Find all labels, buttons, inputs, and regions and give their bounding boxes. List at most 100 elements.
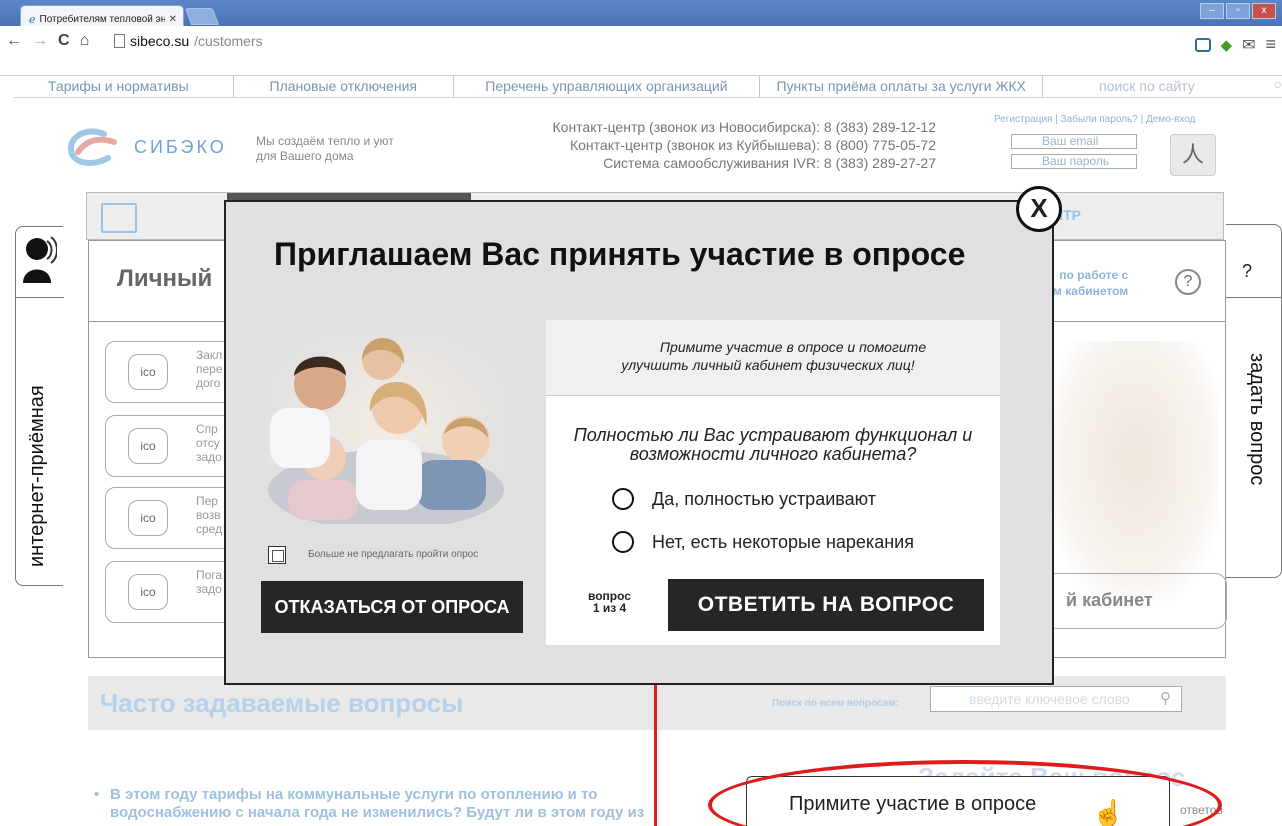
side-tab-label: задать вопрос xyxy=(1246,353,1268,486)
counter-line: 1 из 4 xyxy=(592,601,627,615)
search-icon[interactable]: ○ xyxy=(1242,76,1282,97)
faq-search-placeholder: введите ключевое слово xyxy=(969,691,1130,707)
side-tab-ask[interactable]: ? задать вопрос xyxy=(1226,224,1282,578)
answer-question-button[interactable]: ОТВЕТИТЬ НА ВОПРОС xyxy=(668,579,984,631)
registration-links[interactable]: Регистрация | Забыли пароль? | Демо-вход xyxy=(994,114,1195,125)
side-tab-label: интернет-приёмная xyxy=(26,385,48,567)
page-icon xyxy=(114,34,125,48)
forward-icon[interactable]: → xyxy=(32,32,48,50)
mail-icon[interactable]: ✉ xyxy=(1242,35,1255,55)
service-label-line: Закл xyxy=(196,348,223,362)
contact-line: Система самообслуживания IVR: 8 (383) 28… xyxy=(603,155,936,171)
extension-leaf-icon[interactable]: ◆ xyxy=(1221,36,1233,54)
login-button[interactable]: ⼈ xyxy=(1170,134,1216,176)
service-label-line: Пога xyxy=(196,568,223,582)
annotation-connector-line xyxy=(654,685,657,826)
intro-line: улучшить личный кабинет физических лиц! xyxy=(621,357,915,373)
bullet-icon: • xyxy=(94,786,100,803)
dont-show-again-checkbox[interactable] xyxy=(268,546,286,564)
tagline-line: Мы создаём тепло и уют xyxy=(256,134,394,148)
service-label-line: сред xyxy=(196,522,223,536)
extensions: ◆ ✉ ≡ xyxy=(1194,34,1276,55)
option-label: Да, полностью устраивают xyxy=(652,488,876,509)
help-question-icon[interactable]: ? xyxy=(1175,269,1201,295)
brand-name: СИБЭКО xyxy=(134,136,227,157)
service-icon: ico xyxy=(128,574,168,610)
faq-search-label: Поиск по всем вопросам: xyxy=(772,698,900,709)
service-icon: ico xyxy=(128,500,168,536)
contact-line: Контакт-центр (звонок из Новосибирска): … xyxy=(552,119,937,135)
service-label: Спр отсу задо xyxy=(196,422,222,464)
url-path: /customers xyxy=(194,33,263,49)
side-tab-reception[interactable]: интернет-приёмная xyxy=(15,226,64,586)
question-mark-icon: ? xyxy=(1242,261,1253,281)
maximize-icon[interactable]: ▫ xyxy=(1226,3,1250,19)
service-label-line: Спр xyxy=(196,422,218,436)
question-text: Полностью ли Вас устраивают функционал и… xyxy=(546,426,1000,464)
minimize-icon[interactable]: – xyxy=(1200,3,1224,19)
site-top-nav: Тарифы и нормативы Плановые отключения П… xyxy=(14,76,1282,98)
question-line: Полностью ли Вас устраивают функционал и xyxy=(573,425,973,445)
radio-button[interactable] xyxy=(612,488,634,510)
tab-close-icon[interactable]: ✕ xyxy=(169,14,177,25)
new-tab-button[interactable] xyxy=(184,8,220,25)
home-icon[interactable]: ⌂ xyxy=(80,32,90,50)
window-controls: – ▫ x xyxy=(1200,3,1276,19)
browser-tab[interactable]: ℯ Потребителям тепловой эн ✕ xyxy=(20,5,184,27)
cabinet-title: Личный xyxy=(117,265,213,292)
service-label: Пер возв сред xyxy=(196,494,222,536)
service-label-line: дого xyxy=(196,376,221,390)
question-line: возможности личного кабинета? xyxy=(629,444,917,464)
service-label-line: задо xyxy=(196,450,222,464)
nav-payment-points[interactable]: Пункты приёма оплаты за услуги ЖКХ xyxy=(760,76,1044,97)
help-line: по работе с xyxy=(1059,268,1129,282)
password-field[interactable]: Ваш пароль xyxy=(1011,154,1137,169)
tab-title: Потребителям тепловой эн xyxy=(39,13,165,25)
sibeco-logo[interactable]: СИБЭКО xyxy=(64,128,227,166)
site-search-input[interactable]: поиск по сайту xyxy=(1043,76,1241,97)
faq-search-input[interactable]: введите ключевое слово ⚲ xyxy=(930,686,1182,712)
service-label-line: пере xyxy=(196,362,223,376)
hand-cursor-icon: ☝ xyxy=(1092,798,1125,826)
option-no[interactable]: Нет, есть некоторые нарекания xyxy=(612,531,914,553)
url-host: sibeco.su xyxy=(130,33,190,49)
service-label-line: Пер xyxy=(196,494,218,508)
tagline-line: для Вашего дома xyxy=(256,149,354,163)
reload-icon[interactable]: C xyxy=(58,32,70,50)
home-menu-icon[interactable] xyxy=(101,203,137,233)
family-photo xyxy=(266,330,506,524)
nav-tariffs[interactable]: Тарифы и нормативы xyxy=(14,76,234,97)
faq-title: Часто задаваемые вопросы xyxy=(100,688,464,718)
address-bar[interactable]: sibeco.su/customers xyxy=(114,33,263,49)
intro-line: Примите участие в опросе и помогите xyxy=(659,339,927,355)
window-close-icon[interactable]: x xyxy=(1252,3,1276,19)
nav-outages[interactable]: Плановые отключения xyxy=(234,76,454,97)
service-icon: ico xyxy=(128,428,168,464)
menu-icon[interactable]: ≡ xyxy=(1265,34,1276,55)
browser-titlebar: ℯ Потребителям тепловой эн ✕ – ▫ x xyxy=(0,0,1282,27)
contact-info: Контакт-центр (звонок из Новосибирска): … xyxy=(470,118,937,172)
nav-management-orgs[interactable]: Перечень управляющих организаций xyxy=(454,76,761,97)
divider xyxy=(16,297,64,298)
enter-cabinet-button[interactable]: й кабинет xyxy=(1045,573,1227,629)
email-field[interactable]: Ваш email xyxy=(1011,134,1137,149)
service-icon: ico xyxy=(128,354,168,390)
service-label-line: отсу xyxy=(196,436,220,450)
family-image-faded xyxy=(1051,341,1219,601)
magnifier-icon[interactable]: ⚲ xyxy=(1160,689,1171,707)
option-yes[interactable]: Да, полностью устраивают xyxy=(612,488,876,510)
service-label: Закл пере дого xyxy=(196,348,223,390)
extension-icon[interactable] xyxy=(1194,37,1211,52)
cabinet-help-link[interactable]: по работе с м кабинетом xyxy=(1053,267,1128,299)
divider xyxy=(1226,297,1282,298)
help-line: м кабинетом xyxy=(1053,284,1129,298)
survey-intro: Примите участие в опросе и помогите улуч… xyxy=(546,320,1000,396)
service-label-line: задо xyxy=(196,582,222,596)
modal-close-button[interactable]: X xyxy=(1016,186,1062,232)
service-label: Пога задо xyxy=(196,568,222,596)
nav-buttons: ← → C ⌂ xyxy=(6,32,89,50)
dont-show-again-label: Больше не предлагать пройти опрос xyxy=(308,549,479,560)
decline-survey-button[interactable]: ОТКАЗАТЬСЯ ОТ ОПРОСА xyxy=(261,581,523,633)
radio-button[interactable] xyxy=(612,531,634,553)
back-icon[interactable]: ← xyxy=(6,32,22,50)
